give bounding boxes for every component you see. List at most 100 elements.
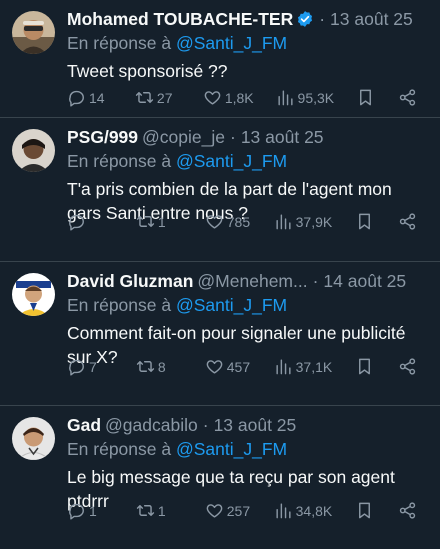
share-button[interactable] — [398, 88, 418, 107]
views-button[interactable]: 37,1K — [274, 357, 332, 376]
reply-mention-link[interactable]: @Santi_J_FM — [176, 295, 287, 315]
retweet-button[interactable]: 1 — [136, 212, 182, 231]
like-button[interactable]: 257 — [205, 501, 251, 520]
views-button[interactable]: 37,9K — [274, 212, 333, 231]
bookmark-icon — [359, 358, 371, 375]
verified-badge-icon — [298, 11, 313, 27]
reply-button[interactable]: 1 — [67, 501, 113, 520]
reply-count: 1 — [89, 502, 97, 519]
user-handle[interactable]: @Menehem... — [197, 270, 307, 292]
like-button[interactable]: 457 — [205, 357, 251, 376]
tweet-text: Tweet sponsorisé ?? — [67, 61, 228, 81]
like-button[interactable]: 1,8K — [203, 88, 254, 107]
tweet-actions: 1 1 257 34,8K — [67, 501, 418, 520]
heart-icon — [204, 91, 221, 105]
reply-icon — [69, 503, 84, 520]
separator-dot: · — [202, 415, 209, 435]
display-name[interactable]: David Gluzman — [67, 270, 193, 292]
tweet[interactable]: PSG/999 @copie_je · 13 août 25 En répons… — [0, 118, 440, 262]
display-name[interactable]: Gad — [67, 414, 101, 436]
views-count: 34,8K — [295, 502, 333, 519]
share-button[interactable] — [398, 501, 418, 520]
share-icon — [399, 213, 416, 230]
reply-button[interactable] — [67, 212, 113, 231]
reply-context: En réponse à @Santi_J_FM — [67, 31, 430, 55]
retweet-button[interactable]: 27 — [135, 88, 181, 107]
share-icon — [399, 358, 416, 375]
reply-mention-link[interactable]: @Santi_J_FM — [176, 439, 287, 459]
reply-prefix: En réponse à — [67, 151, 172, 171]
user-handle[interactable]: @gadcabilo — [105, 414, 198, 436]
display-name[interactable]: Mohamed TOUBACHE-TER — [67, 8, 293, 30]
separator-dot: · — [230, 127, 236, 147]
tweet-date[interactable]: 13 août 25 — [330, 8, 413, 30]
share-button[interactable] — [398, 357, 418, 376]
like-count: 257 — [226, 502, 251, 519]
retweet-count: 27 — [156, 89, 173, 106]
reply-feed: Mohamed TOUBACHE-TER · 13 août 25 En rép… — [0, 0, 440, 549]
reply-icon — [69, 214, 84, 231]
tweet-actions: 1 785 37,9K — [67, 212, 418, 231]
like-count: 1,8K — [224, 89, 254, 106]
tweet[interactable]: Mohamed TOUBACHE-TER · 13 août 25 En rép… — [0, 0, 440, 118]
share-icon — [399, 502, 416, 519]
retweet-count: 1 — [157, 502, 166, 519]
tweet-date[interactable]: 13 août 25 — [241, 126, 324, 148]
retweet-icon — [135, 92, 154, 103]
bookmark-button[interactable] — [356, 88, 376, 107]
heart-icon — [206, 504, 223, 518]
reply-icon — [69, 359, 84, 376]
views-button[interactable]: 34,8K — [274, 501, 333, 520]
separator-dot: · — [312, 271, 319, 291]
reply-count: 7 — [89, 358, 97, 375]
views-button[interactable]: 95,3K — [276, 88, 335, 107]
bookmark-button[interactable] — [355, 501, 375, 520]
tweet[interactable]: David Gluzman @Menehem... · 14 août 25 E… — [0, 262, 440, 406]
views-count: 95,3K — [297, 89, 335, 106]
share-icon — [399, 89, 416, 106]
retweet-icon — [136, 505, 155, 516]
bookmark-icon — [359, 213, 371, 230]
reply-mention-link[interactable]: @Santi_J_FM — [176, 151, 287, 171]
retweet-button[interactable]: 8 — [136, 357, 182, 376]
tweet-actions: 14 27 1,8K 95,3K — [67, 88, 418, 107]
reply-prefix: En réponse à — [67, 439, 172, 459]
avatar[interactable] — [12, 273, 55, 316]
heart-icon — [206, 360, 223, 374]
bookmark-icon — [359, 502, 371, 519]
avatar[interactable] — [12, 417, 55, 460]
share-button[interactable] — [398, 212, 418, 231]
tweet[interactable]: Gad @gadcabilo · 13 août 25 En réponse à… — [0, 406, 440, 549]
tweet-date[interactable]: 13 août 25 — [214, 414, 297, 436]
views-icon — [277, 90, 293, 106]
retweet-button[interactable]: 1 — [136, 501, 182, 520]
reply-button[interactable]: 14 — [67, 88, 113, 107]
views-count: 37,9K — [295, 213, 333, 230]
retweet-icon — [136, 361, 155, 372]
tweet-date[interactable]: 14 août 25 — [323, 270, 406, 292]
views-icon — [276, 214, 291, 230]
bookmark-button[interactable] — [355, 212, 375, 231]
display-name[interactable]: PSG/999 — [67, 126, 138, 148]
like-button[interactable]: 785 — [205, 212, 251, 231]
user-handle[interactable]: @copie_je — [142, 126, 225, 148]
views-icon — [276, 503, 291, 519]
retweet-count: 8 — [157, 358, 166, 375]
reply-icon — [69, 90, 84, 107]
reply-context: En réponse à @Santi_J_FM — [67, 149, 430, 173]
reply-mention-link[interactable]: @Santi_J_FM — [176, 33, 287, 53]
like-count: 457 — [226, 358, 251, 375]
reply-button[interactable]: 7 — [67, 357, 113, 376]
bookmark-button[interactable] — [355, 357, 375, 376]
heart-icon — [206, 215, 223, 229]
reply-count: 14 — [89, 89, 105, 106]
bookmark-icon — [360, 89, 371, 106]
reply-context: En réponse à @Santi_J_FM — [67, 293, 430, 317]
retweet-count: 1 — [157, 213, 166, 230]
retweet-icon — [136, 216, 155, 227]
avatar[interactable] — [12, 11, 55, 54]
separator-dot: · — [319, 9, 326, 29]
reply-prefix: En réponse à — [67, 295, 172, 315]
avatar[interactable] — [12, 129, 55, 172]
tweet-actions: 7 8 457 37,1K — [67, 357, 418, 376]
